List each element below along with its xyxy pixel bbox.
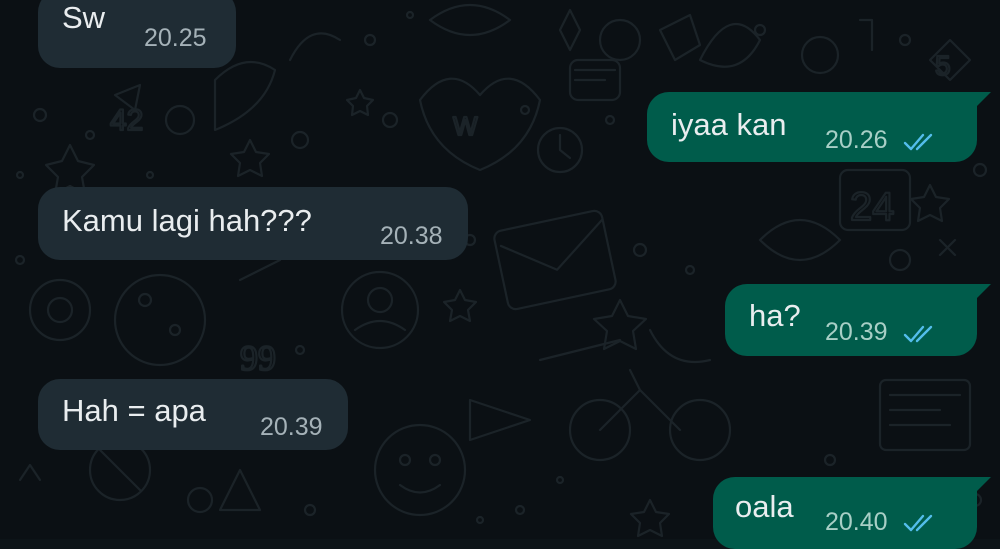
message-time: 20.26 (825, 126, 888, 154)
svg-text:99: 99 (240, 338, 276, 378)
message-text: Kamu lagi hah??? (62, 203, 312, 238)
svg-text:42: 42 (110, 104, 143, 137)
message-time: 20.39 (260, 413, 323, 441)
doodle-pattern: 42 W 5 24 99 (14, 3, 988, 538)
svg-text:W: W (453, 111, 478, 141)
read-double-check-icon (903, 325, 933, 343)
message-text: Sw (62, 0, 106, 35)
message-time: 20.39 (825, 318, 888, 346)
outgoing-message[interactable]: oala 20.40 (713, 477, 991, 549)
read-double-check-icon (903, 133, 933, 151)
message-time: 20.38 (380, 222, 443, 250)
message-time: 20.25 (144, 24, 207, 52)
svg-text:5: 5 (935, 50, 951, 81)
incoming-message[interactable]: Kamu lagi hah??? 20.38 (38, 187, 468, 260)
chat-wallpaper: 42 W 5 24 99 (0, 0, 1000, 539)
message-text: iyaa kan (671, 107, 787, 142)
read-double-check-icon (903, 514, 933, 532)
message-text: ha? (749, 298, 801, 333)
incoming-message[interactable]: Hah = apa 20.39 (38, 379, 348, 450)
message-text: oala (735, 489, 794, 524)
outgoing-message[interactable]: iyaa kan 20.26 (647, 92, 991, 162)
svg-text:24: 24 (850, 185, 895, 229)
outgoing-message[interactable]: ha? 20.39 (725, 284, 991, 356)
incoming-message[interactable]: Sw 20.25 (38, 0, 236, 68)
message-text: Hah = apa (62, 393, 206, 428)
message-time: 20.40 (825, 508, 888, 536)
